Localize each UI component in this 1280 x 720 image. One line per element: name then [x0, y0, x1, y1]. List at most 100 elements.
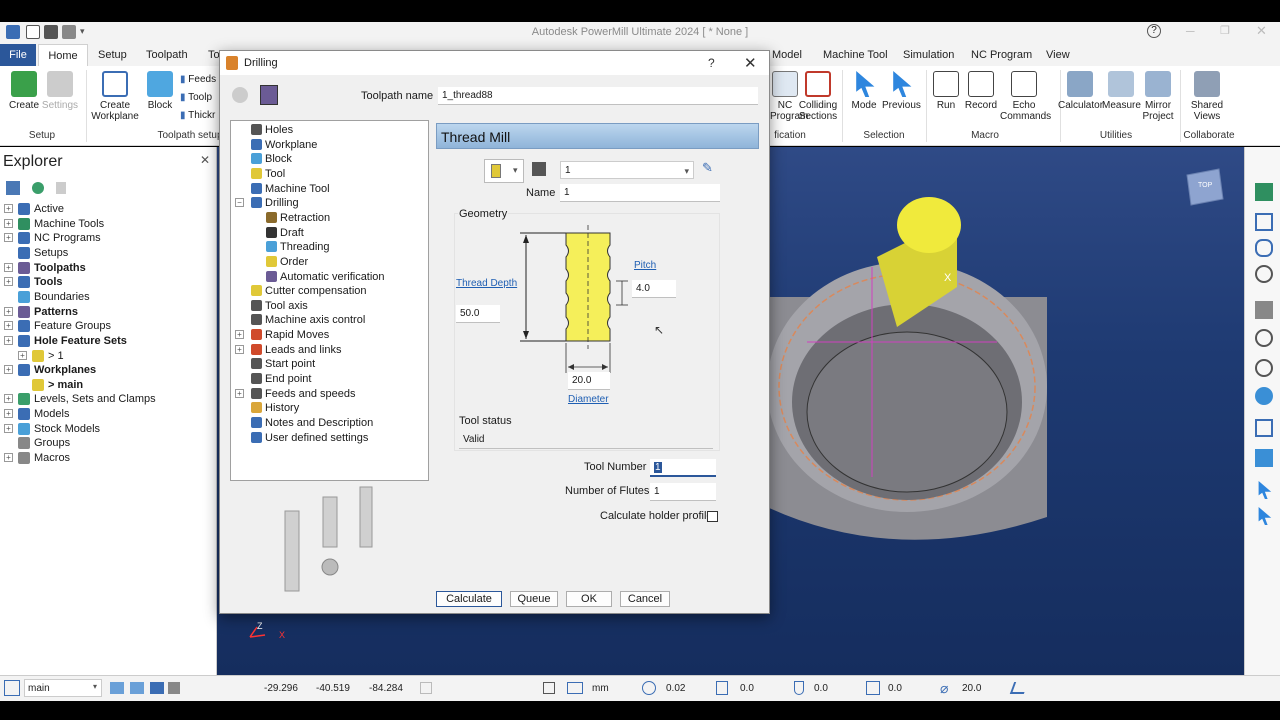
zoom-fit-icon[interactable]	[1255, 359, 1273, 377]
zoom-box-icon[interactable]	[1255, 329, 1273, 347]
view-cube-icon[interactable]	[1255, 239, 1273, 257]
shading-icon[interactable]	[1255, 301, 1273, 319]
toolpath-name-input[interactable]: 1_thread88	[438, 87, 758, 105]
explorer-item[interactable]: Tools	[34, 275, 63, 289]
tree-expander-icon[interactable]: +	[4, 277, 13, 287]
grid-icon[interactable]	[420, 682, 432, 694]
render-icon[interactable]	[1255, 387, 1273, 405]
diameter-input[interactable]: 20.0	[568, 372, 610, 390]
globe-icon[interactable]	[32, 182, 44, 194]
view-front-icon[interactable]	[1255, 213, 1273, 231]
strategy-tree-item[interactable]: Automatic verification	[280, 270, 385, 284]
tree-expander-icon[interactable]: +	[4, 262, 13, 272]
tree-expander-icon[interactable]: +	[18, 350, 27, 360]
tree-expander-icon[interactable]: +	[235, 344, 244, 354]
explorer-item[interactable]: Setups	[34, 246, 68, 260]
dialog-help-icon[interactable]: ?	[708, 56, 715, 70]
tree-expander-icon[interactable]: +	[235, 330, 244, 340]
tree-expander-icon[interactable]: +	[4, 409, 13, 419]
explorer-item[interactable]: NC Programs	[34, 231, 101, 245]
tree-expander-icon[interactable]: +	[4, 233, 13, 243]
feeds-button[interactable]: ▮ Feeds	[180, 74, 216, 85]
strategy-tree-item[interactable]: Tool	[265, 167, 285, 181]
explorer-item[interactable]: > main	[48, 378, 83, 392]
explorer-item[interactable]: Machine Tools	[34, 217, 104, 231]
tab-home[interactable]: Home	[38, 44, 88, 66]
tree-expander-icon[interactable]: +	[4, 218, 13, 228]
strategy-tree-item[interactable]: Notes and Description	[265, 416, 373, 430]
strategy-tree-item[interactable]: Cutter compensation	[265, 284, 367, 298]
tab-machine-tool[interactable]: Machine Tool	[817, 44, 894, 66]
tool-type-select[interactable]: ▾	[484, 159, 524, 183]
wireframe-icon[interactable]	[1255, 419, 1273, 437]
explorer-item[interactable]: Stock Models	[34, 422, 100, 436]
explorer-item[interactable]: Active	[34, 202, 64, 216]
previous-button[interactable]: Previous	[882, 68, 921, 111]
tab-toolpath[interactable]: Toolpath	[140, 44, 194, 66]
explorer-item[interactable]: Levels, Sets and Clamps	[34, 392, 156, 406]
strategy-tree-item[interactable]: Leads and links	[265, 343, 341, 357]
pitch-input[interactable]: 4.0	[632, 280, 676, 298]
tree-expander-icon[interactable]: +	[4, 365, 13, 375]
explorer-item[interactable]: Patterns	[34, 305, 78, 319]
strategy-tree-item[interactable]: Retraction	[280, 211, 330, 225]
record-button[interactable]: Record	[964, 68, 998, 111]
window-close-icon[interactable]: ✕	[1256, 23, 1267, 39]
strategy-tree-item[interactable]: Threading	[280, 240, 330, 254]
strategy-tree-item[interactable]: Machine Tool	[265, 182, 330, 196]
pitch-link[interactable]: Pitch	[634, 260, 656, 271]
strategy-tree-item[interactable]: Start point	[265, 357, 315, 371]
mirror-project-button[interactable]: Mirror Project	[1140, 68, 1176, 122]
ok-button[interactable]: OK	[566, 591, 612, 607]
strategy-tree-item[interactable]: Workplane	[265, 138, 317, 152]
queue-button[interactable]: Queue	[510, 591, 558, 607]
shared-views-button[interactable]: Shared Views	[1184, 68, 1230, 122]
tree-expander-icon[interactable]: +	[4, 453, 13, 463]
restore-icon[interactable]: ❐	[1220, 24, 1230, 37]
strategy-tree-item[interactable]: Draft	[280, 226, 304, 240]
strategy-tree-item[interactable]: Rapid Moves	[265, 328, 329, 342]
check-icon[interactable]	[1009, 682, 1029, 694]
tab-file[interactable]: File	[0, 44, 36, 66]
zoom-icon[interactable]	[1255, 265, 1273, 283]
holder-profile-checkbox[interactable]	[707, 511, 718, 522]
flutes-input[interactable]: 1	[650, 483, 716, 501]
strategy-tree-item[interactable]: User defined settings	[265, 431, 368, 445]
measure-button[interactable]: Measure	[1102, 68, 1141, 111]
minimize-icon[interactable]: ─	[1186, 24, 1195, 38]
settings-button[interactable]: Settings	[40, 68, 80, 111]
name-input[interactable]: 1	[560, 184, 720, 202]
thread-depth-input[interactable]: 50.0	[456, 305, 500, 323]
colliding-sections-button[interactable]: Colliding Sections	[798, 68, 838, 122]
tab-nc-program[interactable]: NC Program	[965, 44, 1038, 66]
delete-icon[interactable]	[56, 182, 66, 194]
strategy-tree-item[interactable]: Block	[265, 152, 292, 166]
mode-button[interactable]: Mode	[848, 68, 880, 111]
tab-setup[interactable]: Setup	[92, 44, 133, 66]
strategy-tree-item[interactable]: Machine axis control	[265, 313, 365, 327]
explorer-close-icon[interactable]: ✕	[200, 153, 210, 167]
strategy-tree-item[interactable]: History	[265, 401, 299, 415]
tool-number-input[interactable]: 1	[650, 459, 716, 477]
select-icon[interactable]	[1258, 481, 1272, 499]
explorer-item[interactable]: Hole Feature Sets	[34, 334, 127, 348]
toolpath-list-icon[interactable]	[260, 85, 278, 105]
tree-view-icon[interactable]	[6, 181, 20, 195]
block-button[interactable]: Block	[144, 68, 176, 111]
view-iso-icon[interactable]	[1255, 183, 1273, 201]
strategy-tree-item[interactable]: Holes	[265, 123, 293, 137]
tab-simulation[interactable]: Simulation	[897, 44, 960, 66]
create-button[interactable]: Create	[4, 68, 44, 111]
tool-select[interactable]: 1 ▾	[560, 161, 694, 179]
gear-icon[interactable]	[232, 87, 248, 103]
explorer-item[interactable]: Feature Groups	[34, 319, 111, 333]
diameter-link[interactable]: Diameter	[568, 394, 609, 405]
run-button[interactable]: Run	[930, 68, 962, 111]
calculator-button[interactable]: Calculator	[1058, 68, 1103, 111]
tree-expander-icon[interactable]: +	[4, 204, 13, 213]
dialog-close-icon[interactable]: ✕	[744, 54, 757, 72]
explorer-item[interactable]: Groups	[34, 436, 70, 450]
cancel-button[interactable]: Cancel	[620, 591, 670, 607]
explorer-item[interactable]: Workplanes	[34, 363, 96, 377]
explorer-item[interactable]: Boundaries	[34, 290, 90, 304]
